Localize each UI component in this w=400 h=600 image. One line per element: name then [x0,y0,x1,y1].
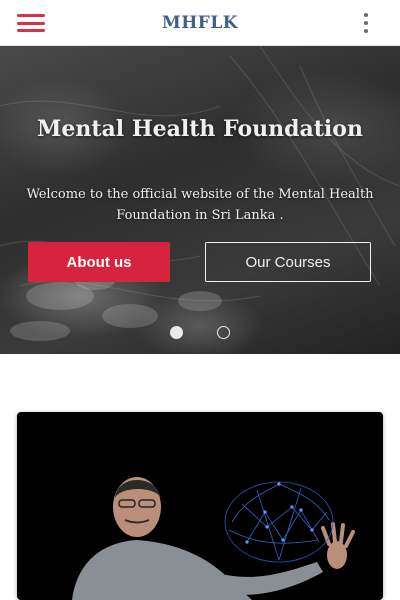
carousel-dot-2[interactable] [217,326,230,339]
carousel-dot-1[interactable] [170,326,183,339]
more-dot [364,13,368,17]
presenter-figure [72,477,355,600]
brain-network-graphic [224,481,334,563]
featured-media-card[interactable] [17,412,383,600]
more-dot [364,29,368,33]
menu-bar-top [17,14,45,17]
hamburger-menu-icon[interactable] [14,10,48,36]
hero-title: Mental Health Foundation [37,116,363,142]
menu-bar-bottom [17,29,45,32]
menu-bar-middle [17,21,45,25]
more-dot [364,21,368,25]
our-courses-button[interactable]: Our Courses [205,242,371,282]
top-app-bar: MHFLK [0,0,400,46]
presenter-image [72,477,355,600]
hero-carousel: Mental Health Foundation Welcome to the … [0,46,400,354]
hero-subtitle: Welcome to the official website of the M… [26,187,374,223]
more-vertical-icon[interactable] [362,13,370,33]
site-brand[interactable]: MHFLK [162,13,238,33]
about-us-button[interactable]: About us [28,242,170,282]
